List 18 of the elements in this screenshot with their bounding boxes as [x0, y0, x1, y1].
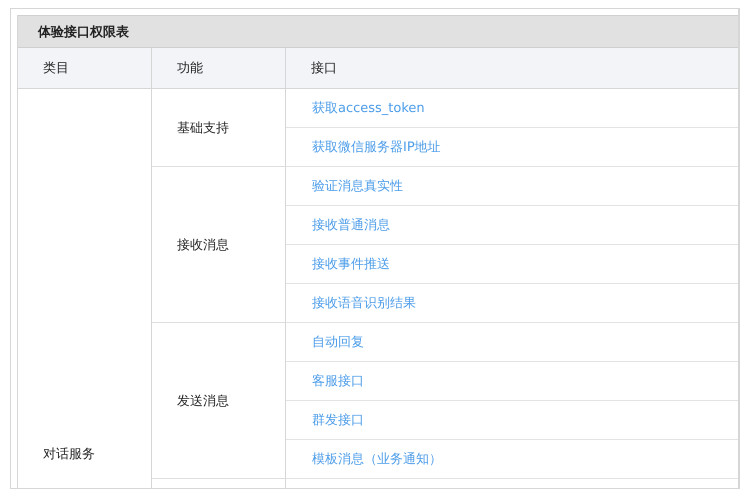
api-link[interactable]: 客服接口: [312, 372, 364, 390]
api-link[interactable]: 获取access_token: [312, 99, 425, 117]
api-link[interactable]: 自动回复: [312, 333, 364, 351]
api-link[interactable]: 接收普通消息: [312, 216, 390, 234]
category-cell-text: 对话服务: [43, 446, 95, 463]
api-link[interactable]: 接收事件推送: [312, 255, 390, 273]
api-link[interactable]: 接收语音识别结果: [312, 294, 416, 312]
table-title: 体验接口权限表: [18, 15, 738, 48]
api-link[interactable]: 验证消息真实性: [312, 177, 403, 195]
column-header: 接口: [311, 60, 337, 77]
function-cell-text: 发送消息: [177, 392, 229, 410]
api-link[interactable]: 群发接口: [312, 411, 364, 429]
function-cell-text: 基础支持: [177, 120, 229, 136]
column-header: 功能: [177, 60, 203, 77]
api-link[interactable]: 模板消息（业务通知）: [312, 450, 442, 468]
function-cell-text: 接收消息: [177, 236, 229, 254]
column-header: 类目: [43, 60, 69, 77]
api-link[interactable]: 获取微信服务器IP地址: [312, 138, 441, 156]
